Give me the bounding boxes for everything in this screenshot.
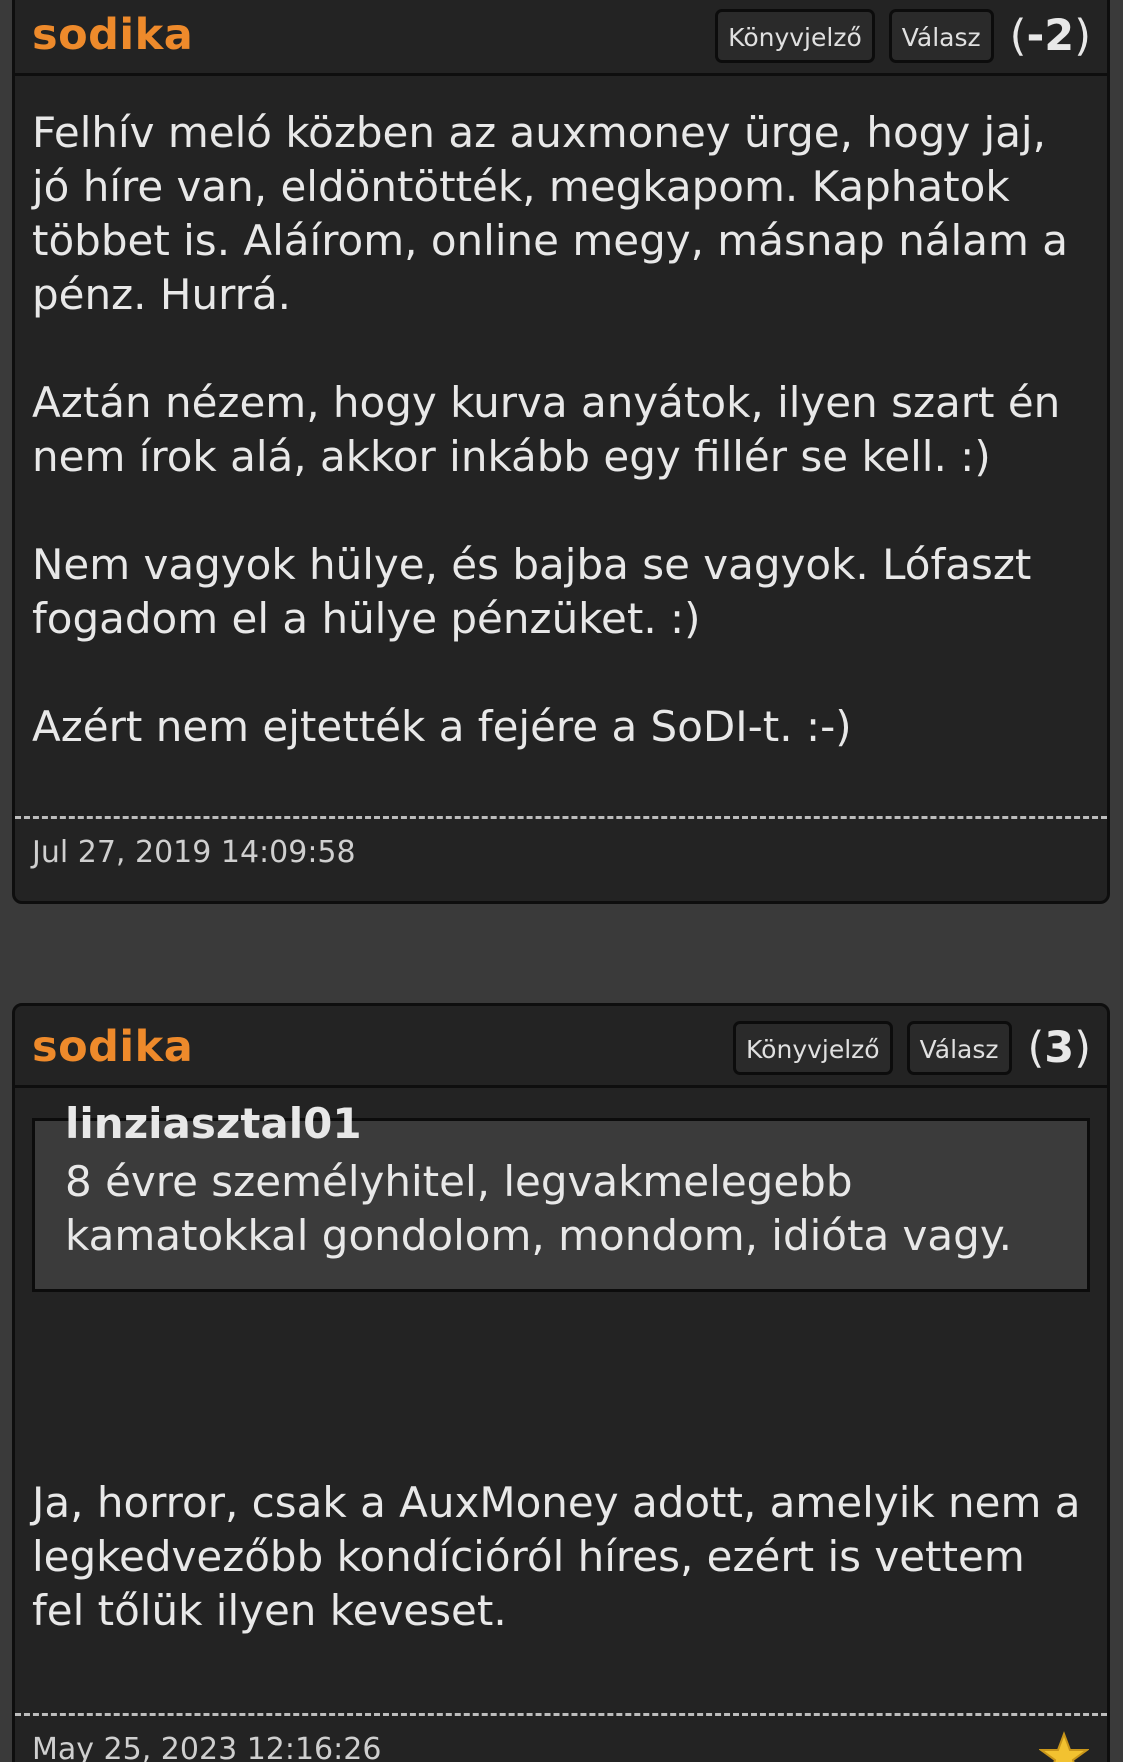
post-actions: Könyvjelző Válasz (-2) [701,9,1091,63]
bookmark-button[interactable]: Könyvjelző [715,9,875,63]
post-paragraph: Nem vagyok hülye, és bajba se vagyok. Ló… [32,540,1032,643]
post-timestamp: May 25, 2023 12:16:26 [32,1732,382,1762]
post-author[interactable]: sodika [32,14,193,57]
post-header: sodika Könyvjelző Válasz (-2) [15,0,1107,76]
post-reply-text: Ja, horror, csak a AuxMoney adott, amely… [32,1478,1081,1635]
reply-button[interactable]: Válasz [906,1021,1012,1075]
post-paragraph: Felhív meló közben az auxmoney ürge, hog… [32,108,1068,319]
post-body: Felhív meló közben az auxmoney ürge, hog… [15,76,1107,754]
post-footer: May 25, 2023 12:16:26 [15,1713,1107,1762]
post-author[interactable]: sodika [32,1026,193,1069]
post-timestamp: Jul 27, 2019 14:09:58 [32,835,356,870]
post-score: (3) [1027,1022,1091,1073]
post-paragraph: Aztán nézem, hogy kurva anyátok, ilyen s… [32,378,1061,481]
post-score-value: -2 [1026,10,1075,61]
reply-button[interactable]: Válasz [888,9,994,63]
post-header: sodika Könyvjelző Válasz (3) [15,1006,1107,1088]
post: sodika Könyvjelző Válasz (-2) Felhív mel… [12,0,1110,904]
quote-author[interactable]: linziasztal01 [65,1103,362,1145]
post: sodika Könyvjelző Válasz (3) linziasztal… [12,1003,1110,1762]
post-score-value: 3 [1044,1022,1075,1073]
post-paragraph: Azért nem ejtették a fejére a SoDI-t. :-… [32,702,852,751]
post-score: (-2) [1009,10,1091,61]
page: sodika Könyvjelző Válasz (-2) Felhív mel… [0,0,1123,1762]
bookmark-button[interactable]: Könyvjelző [733,1021,893,1075]
post-footer: Jul 27, 2019 14:09:58 [15,816,1107,896]
star-icon[interactable] [1039,1731,1089,1762]
post-actions: Könyvjelző Válasz (3) [719,1021,1091,1075]
quote-block: linziasztal01 8 évre személyhitel, legva… [32,1103,1090,1292]
